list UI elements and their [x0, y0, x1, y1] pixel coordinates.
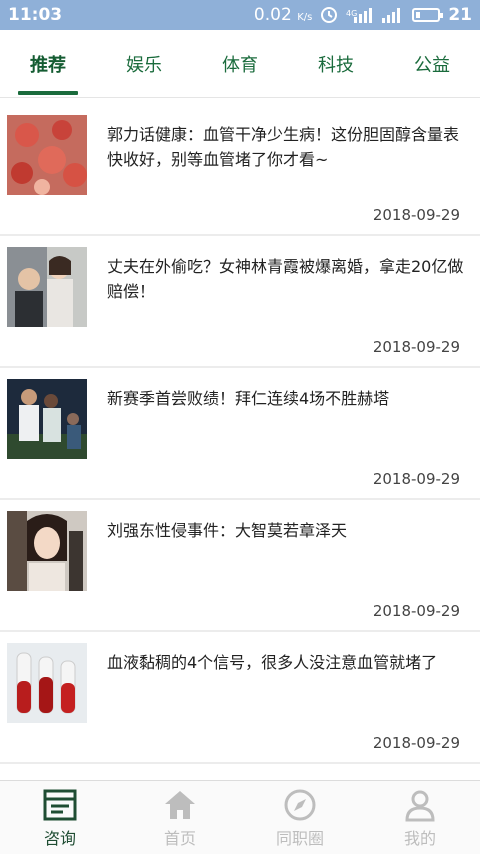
nav-home[interactable]: 首页 — [120, 781, 240, 854]
battery-icon — [412, 8, 444, 22]
news-title: 丈夫在外偷吃？女神林青霞被爆离婚，拿走20亿做赔偿！ — [107, 257, 464, 301]
tab-charity[interactable]: 公益 — [384, 30, 480, 97]
news-list: 郭力话健康：血管干净少生病！这份胆固醇含量表快收好，别等血管堵了你才看~ 201… — [0, 104, 480, 764]
tab-label: 公益 — [414, 54, 450, 76]
network-speed-unit: K/s — [297, 12, 313, 23]
nav-label: 首页 — [163, 828, 196, 848]
news-title: 郭力话健康：血管干净少生病！这份胆固醇含量表快收好，别等血管堵了你才看~ — [107, 125, 460, 169]
category-tabs: 推荐 娱乐 体育 科技 公益 — [0, 30, 480, 98]
news-item[interactable]: 新赛季首尝败绩！拜仁连续4场不胜赫塔 2018-09-29 — [0, 368, 480, 500]
network-speed: 0.02 K/s — [254, 5, 312, 25]
network-speed-value: 0.02 — [253, 5, 292, 25]
alarm-icon — [320, 6, 338, 24]
news-date: 2018-09-29 — [372, 338, 460, 356]
news-title: 血液黏稠的4个信号，很多人没注意血管就堵了 — [107, 653, 438, 672]
status-time: 11:03 — [8, 5, 63, 25]
status-bar: 11:03 0.02 K/s 4G 21 — [0, 0, 480, 30]
news-title: 新赛季首尝败绩！拜仁连续4场不胜赫塔 — [107, 389, 390, 408]
signal-icon — [380, 7, 404, 23]
user-icon — [402, 787, 438, 823]
nav-label: 同职圈 — [275, 828, 324, 848]
svg-text:4G: 4G — [346, 9, 357, 18]
tab-entertainment[interactable]: 娱乐 — [96, 30, 192, 97]
tab-label: 体育 — [222, 54, 258, 76]
news-date: 2018-09-29 — [372, 734, 460, 752]
home-icon — [162, 787, 198, 823]
news-title: 刘强东性侵事件：大智莫若章泽天 — [107, 521, 348, 540]
news-icon — [42, 787, 78, 823]
blood-cells-photo — [7, 115, 87, 195]
tab-label: 科技 — [318, 54, 354, 76]
nav-consult[interactable]: 咨询 — [0, 781, 120, 854]
football-players-photo — [7, 379, 87, 459]
news-item[interactable]: 郭力话健康：血管干净少生病！这份胆固醇含量表快收好，别等血管堵了你才看~ 201… — [0, 104, 480, 236]
woman-portrait-photo — [7, 511, 87, 591]
tab-tech[interactable]: 科技 — [288, 30, 384, 97]
news-date: 2018-09-29 — [372, 206, 460, 224]
nav-label: 咨询 — [43, 828, 76, 848]
tab-sports[interactable]: 体育 — [192, 30, 288, 97]
bottom-nav: 咨询 首页 同职圈 我的 — [0, 780, 480, 854]
news-date: 2018-09-29 — [372, 470, 460, 488]
nav-colleague-circle[interactable]: 同职圈 — [240, 781, 360, 854]
news-item[interactable]: 丈夫在外偷吃？女神林青霞被爆离婚，拿走20亿做赔偿！ 2018-09-29 — [0, 236, 480, 368]
tab-label: 推荐 — [30, 54, 66, 76]
couple-photo — [7, 247, 87, 327]
signal-4g-icon: 4G — [346, 7, 373, 23]
news-item[interactable]: 刘强东性侵事件：大智莫若章泽天 2018-09-29 — [0, 500, 480, 632]
news-item[interactable]: 血液黏稠的4个信号，很多人没注意血管就堵了 2018-09-29 — [0, 632, 480, 764]
nav-label: 我的 — [403, 828, 436, 848]
status-icons: 0.02 K/s 4G 21 — [254, 5, 472, 25]
tab-recommend[interactable]: 推荐 — [0, 30, 96, 97]
blood-test-tubes-photo — [7, 643, 87, 723]
compass-icon — [282, 787, 318, 823]
news-date: 2018-09-29 — [372, 602, 460, 620]
battery-percent: 21 — [448, 5, 472, 25]
nav-mine[interactable]: 我的 — [360, 781, 480, 854]
tab-label: 娱乐 — [126, 54, 162, 76]
